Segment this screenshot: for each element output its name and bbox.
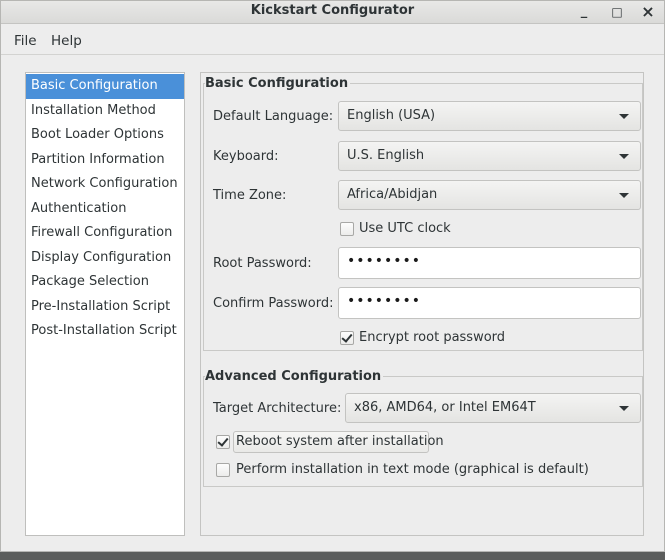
menu-file[interactable]: File bbox=[14, 33, 37, 49]
root-password-value: •••••••• bbox=[347, 253, 422, 269]
keyboard-label: Keyboard: bbox=[213, 149, 279, 164]
basic-configuration-heading: Basic Configuration bbox=[205, 76, 351, 92]
text-mode-checkbox[interactable] bbox=[216, 463, 230, 477]
root-password-input[interactable]: •••••••• bbox=[338, 247, 641, 279]
keyboard-value: U.S. English bbox=[347, 148, 425, 163]
confirm-password-value: •••••••• bbox=[347, 293, 422, 309]
content-panel: Basic Configuration Default Language: En… bbox=[200, 72, 644, 536]
chevron-down-icon bbox=[619, 406, 629, 411]
utc-clock-label[interactable]: Use UTC clock bbox=[359, 221, 451, 236]
minimize-button[interactable]: _ bbox=[572, 1, 596, 23]
sidebar-item-firewall-configuration[interactable]: Firewall Configuration bbox=[26, 221, 184, 246]
title-bar[interactable]: Kickstart Configurator _ □ × bbox=[1, 1, 664, 24]
sidebar-item-installation-method[interactable]: Installation Method bbox=[26, 99, 184, 124]
keyboard-select[interactable]: U.S. English bbox=[338, 141, 641, 171]
menu-bar: File Help bbox=[1, 24, 664, 55]
encrypt-root-password-label[interactable]: Encrypt root password bbox=[359, 330, 505, 345]
maximize-button[interactable]: □ bbox=[605, 1, 629, 23]
window-title: Kickstart Configurator bbox=[250, 3, 415, 18]
text-mode-label[interactable]: Perform installation in text mode (graph… bbox=[236, 462, 589, 477]
sidebar-item-package-selection[interactable]: Package Selection bbox=[26, 270, 184, 295]
sidebar-item-authentication[interactable]: Authentication bbox=[26, 197, 184, 222]
target-architecture-select[interactable]: x86, AMD64, or Intel EM64T bbox=[345, 393, 641, 423]
confirm-password-label: Confirm Password: bbox=[213, 296, 334, 311]
default-language-value: English (USA) bbox=[347, 108, 436, 123]
target-architecture-label: Target Architecture: bbox=[213, 401, 342, 416]
sidebar-item-partition-information[interactable]: Partition Information bbox=[26, 148, 184, 173]
confirm-password-input[interactable]: •••••••• bbox=[338, 287, 641, 319]
encrypt-root-password-checkbox[interactable] bbox=[340, 331, 354, 345]
chevron-down-icon bbox=[619, 154, 629, 159]
sidebar-item-display-configuration[interactable]: Display Configuration bbox=[26, 246, 184, 271]
root-password-label: Root Password: bbox=[213, 256, 312, 271]
advanced-configuration-heading: Advanced Configuration bbox=[205, 369, 384, 385]
section-list: Basic Configuration Installation Method … bbox=[25, 72, 185, 536]
default-language-label: Default Language: bbox=[213, 109, 334, 124]
sidebar-item-pre-installation-script[interactable]: Pre-Installation Script bbox=[26, 295, 184, 320]
chevron-down-icon bbox=[619, 114, 629, 119]
default-language-select[interactable]: English (USA) bbox=[338, 101, 641, 131]
sidebar-item-post-installation-script[interactable]: Post-Installation Script bbox=[26, 319, 184, 344]
time-zone-label: Time Zone: bbox=[213, 188, 287, 203]
utc-clock-checkbox[interactable] bbox=[340, 222, 354, 236]
sidebar-item-basic-configuration[interactable]: Basic Configuration bbox=[26, 74, 184, 99]
sidebar-item-network-configuration[interactable]: Network Configuration bbox=[26, 172, 184, 197]
chevron-down-icon bbox=[619, 193, 629, 198]
menu-help[interactable]: Help bbox=[51, 33, 82, 49]
close-button[interactable]: × bbox=[636, 1, 660, 23]
reboot-after-install-checkbox[interactable] bbox=[216, 435, 230, 449]
time-zone-value: Africa/Abidjan bbox=[347, 187, 438, 202]
time-zone-select[interactable]: Africa/Abidjan bbox=[338, 180, 641, 210]
reboot-after-install-label[interactable]: Reboot system after installation bbox=[236, 434, 444, 449]
main-window: Kickstart Configurator _ □ × File Help B… bbox=[0, 0, 665, 552]
sidebar-item-boot-loader-options[interactable]: Boot Loader Options bbox=[26, 123, 184, 148]
target-architecture-value: x86, AMD64, or Intel EM64T bbox=[354, 400, 536, 415]
